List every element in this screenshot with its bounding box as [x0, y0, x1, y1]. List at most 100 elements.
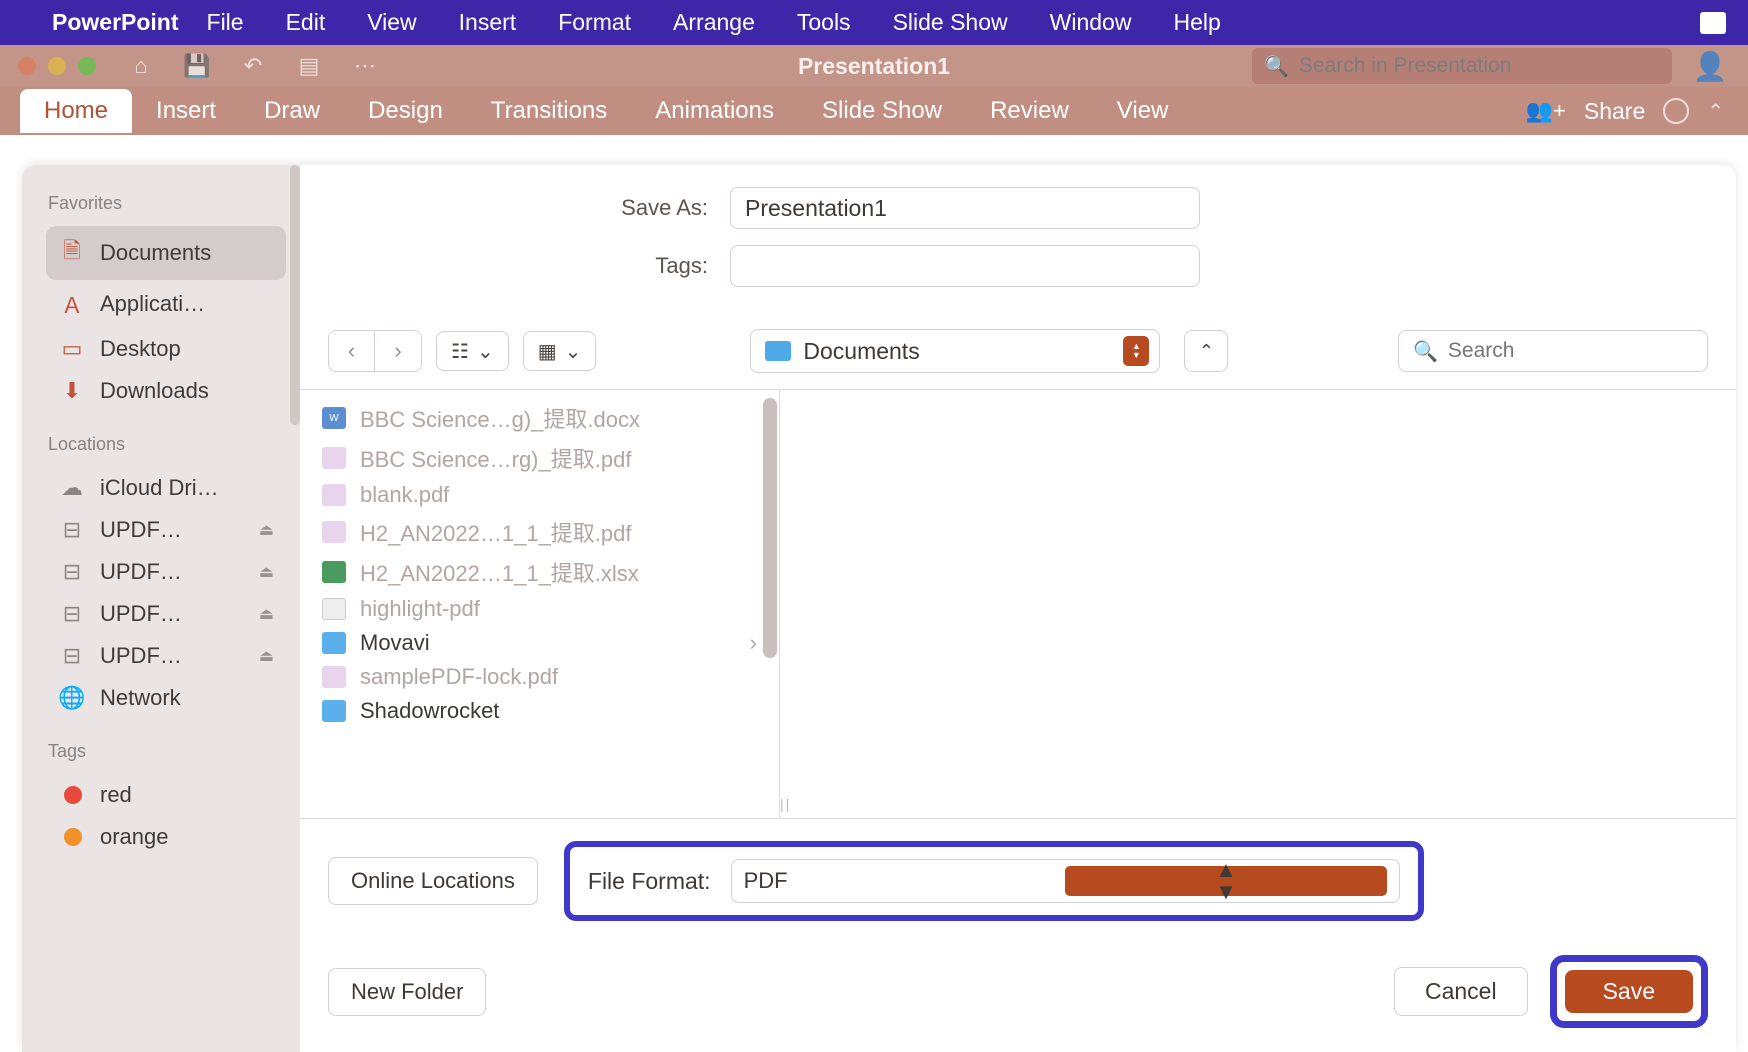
file-name: BBC Science…rg)_提取.pdf [360, 442, 631, 474]
file-row[interactable]: Movavi› [300, 626, 779, 660]
eject-icon[interactable]: ⏏ [259, 562, 274, 582]
tab-slideshow[interactable]: Slide Show [798, 89, 966, 133]
tab-draw[interactable]: Draw [240, 89, 344, 133]
account-icon[interactable]: 👤 [1692, 48, 1728, 84]
save-as-label: Save As: [340, 195, 730, 221]
tag-label: orange [100, 824, 169, 850]
online-locations-button[interactable]: Online Locations [328, 857, 538, 905]
file-format-label: File Format: [588, 868, 711, 895]
sidebar-item-drive[interactable]: ⊟UPDF…⏏ [46, 551, 286, 593]
menu-help[interactable]: Help [1173, 9, 1220, 36]
back-button[interactable]: ‹ [329, 331, 375, 371]
dialog-sidebar: Favorites 🗎Documents ＡApplicati… ▭Deskto… [22, 165, 300, 1052]
save-icon[interactable]: 💾 [182, 51, 212, 81]
column-resize-handle[interactable]: || [780, 796, 791, 812]
share-icon: 👥+ [1526, 98, 1566, 124]
file-name: samplePDF-lock.pdf [360, 664, 558, 690]
sidebar-item-label: UPDF… [100, 517, 182, 543]
sidebar-item-network[interactable]: 🌐Network [46, 677, 286, 719]
stepper-icon: ▲▼ [1065, 866, 1387, 896]
menu-arrange[interactable]: Arrange [673, 9, 755, 36]
forward-button[interactable]: › [375, 331, 421, 371]
save-button-highlight: Save [1550, 955, 1708, 1028]
eject-icon[interactable]: ⏏ [259, 604, 274, 624]
expand-button[interactable]: ⌃ [1184, 330, 1228, 372]
tab-review[interactable]: Review [966, 89, 1093, 133]
file-row[interactable]: samplePDF-lock.pdf [300, 660, 779, 694]
document-icon[interactable]: ▤ [294, 51, 324, 81]
tab-animations[interactable]: Animations [631, 89, 798, 133]
menu-view[interactable]: View [367, 9, 416, 36]
file-row[interactable]: blank.pdf [300, 478, 779, 512]
menu-slideshow[interactable]: Slide Show [893, 9, 1008, 36]
xlsx-icon [322, 561, 346, 583]
group-view-button[interactable]: ▦⌄ [523, 331, 597, 371]
share-button[interactable]: Share [1584, 98, 1645, 125]
cancel-button[interactable]: Cancel [1394, 967, 1528, 1016]
sidebar-item-drive[interactable]: ⊟UPDF…⏏ [46, 635, 286, 677]
menu-file[interactable]: File [207, 9, 244, 36]
sidebar-item-drive[interactable]: ⊟UPDF…⏏ [46, 593, 286, 635]
sidebar-item-desktop[interactable]: ▭Desktop [46, 328, 286, 370]
sidebar-item-downloads[interactable]: ⬇Downloads [46, 370, 286, 412]
file-search[interactable]: 🔍 [1398, 330, 1708, 372]
chevron-right-icon: › [750, 630, 757, 656]
tag-color-icon [64, 786, 82, 804]
sidebar-item-icloud[interactable]: ☁iCloud Dri… [46, 467, 286, 509]
scrollbar[interactable] [763, 398, 777, 658]
menu-format[interactable]: Format [558, 9, 631, 36]
file-format-dropdown[interactable]: PDF ▲▼ [731, 859, 1400, 903]
app-name[interactable]: PowerPoint [52, 9, 179, 36]
new-folder-button[interactable]: New Folder [328, 968, 486, 1016]
file-name: Shadowrocket [360, 698, 499, 724]
sidebar-item-drive[interactable]: ⊟UPDF…⏏ [46, 509, 286, 551]
file-search-input[interactable] [1448, 339, 1719, 363]
location-dropdown[interactable]: Documents ▲▼ [750, 329, 1160, 373]
save-as-input[interactable] [730, 187, 1200, 229]
tab-design[interactable]: Design [344, 89, 467, 133]
column-view-button[interactable]: ☷⌄ [436, 331, 509, 371]
stepper-icon: ▲▼ [1123, 336, 1149, 366]
tab-view[interactable]: View [1093, 89, 1193, 133]
collapse-ribbon-icon[interactable]: ⌃ [1707, 99, 1724, 124]
overflow-icon[interactable]: ⋯ [350, 51, 380, 81]
sidebar-item-label: Network [100, 685, 181, 711]
search-input[interactable] [1299, 54, 1660, 78]
menu-tools[interactable]: Tools [797, 9, 851, 36]
sidebar-tag-orange[interactable]: orange [46, 816, 286, 858]
search-presentation[interactable]: 🔍 [1252, 48, 1672, 84]
menu-window[interactable]: Window [1050, 9, 1132, 36]
sidebar-item-applications[interactable]: ＡApplicati… [46, 280, 286, 328]
menubar-extra-icon[interactable] [1700, 12, 1726, 34]
file-row[interactable]: H2_AN2022…1_1_提取.pdf [300, 512, 779, 552]
undo-icon[interactable]: ↶ [238, 51, 268, 81]
tab-transitions[interactable]: Transitions [467, 89, 631, 133]
file-row[interactable]: highlight-pdf [300, 592, 779, 626]
sync-status-icon[interactable] [1663, 98, 1689, 124]
browser-toolbar: ‹ › ☷⌄ ▦⌄ Documents ▲▼ ⌃ 🔍 [300, 319, 1736, 389]
zoom-window-icon[interactable] [78, 57, 96, 75]
drive-icon: ⊟ [58, 559, 86, 585]
minimize-window-icon[interactable] [48, 57, 66, 75]
sidebar-tag-red[interactable]: red [46, 774, 286, 816]
save-button[interactable]: Save [1565, 970, 1693, 1013]
search-icon: 🔍 [1413, 339, 1438, 364]
pdf-icon [322, 447, 346, 469]
folder-icon [765, 341, 791, 361]
menu-edit[interactable]: Edit [286, 9, 326, 36]
file-row[interactable]: H2_AN2022…1_1_提取.xlsx [300, 552, 779, 592]
file-row[interactable]: BBC Science…rg)_提取.pdf [300, 438, 779, 478]
tab-home[interactable]: Home [20, 89, 132, 133]
sidebar-item-label: Applicati… [100, 291, 205, 317]
home-icon[interactable]: ⌂ [126, 51, 156, 81]
file-row[interactable]: WBBC Science…g)_提取.docx [300, 398, 779, 438]
favorites-heading: Favorites [48, 193, 286, 214]
file-row[interactable]: Shadowrocket [300, 694, 779, 728]
tags-input[interactable] [730, 245, 1200, 287]
menu-insert[interactable]: Insert [459, 9, 517, 36]
eject-icon[interactable]: ⏏ [259, 520, 274, 540]
sidebar-item-documents[interactable]: 🗎Documents [46, 226, 286, 280]
close-window-icon[interactable] [18, 57, 36, 75]
tab-insert[interactable]: Insert [132, 89, 240, 133]
eject-icon[interactable]: ⏏ [259, 646, 274, 666]
